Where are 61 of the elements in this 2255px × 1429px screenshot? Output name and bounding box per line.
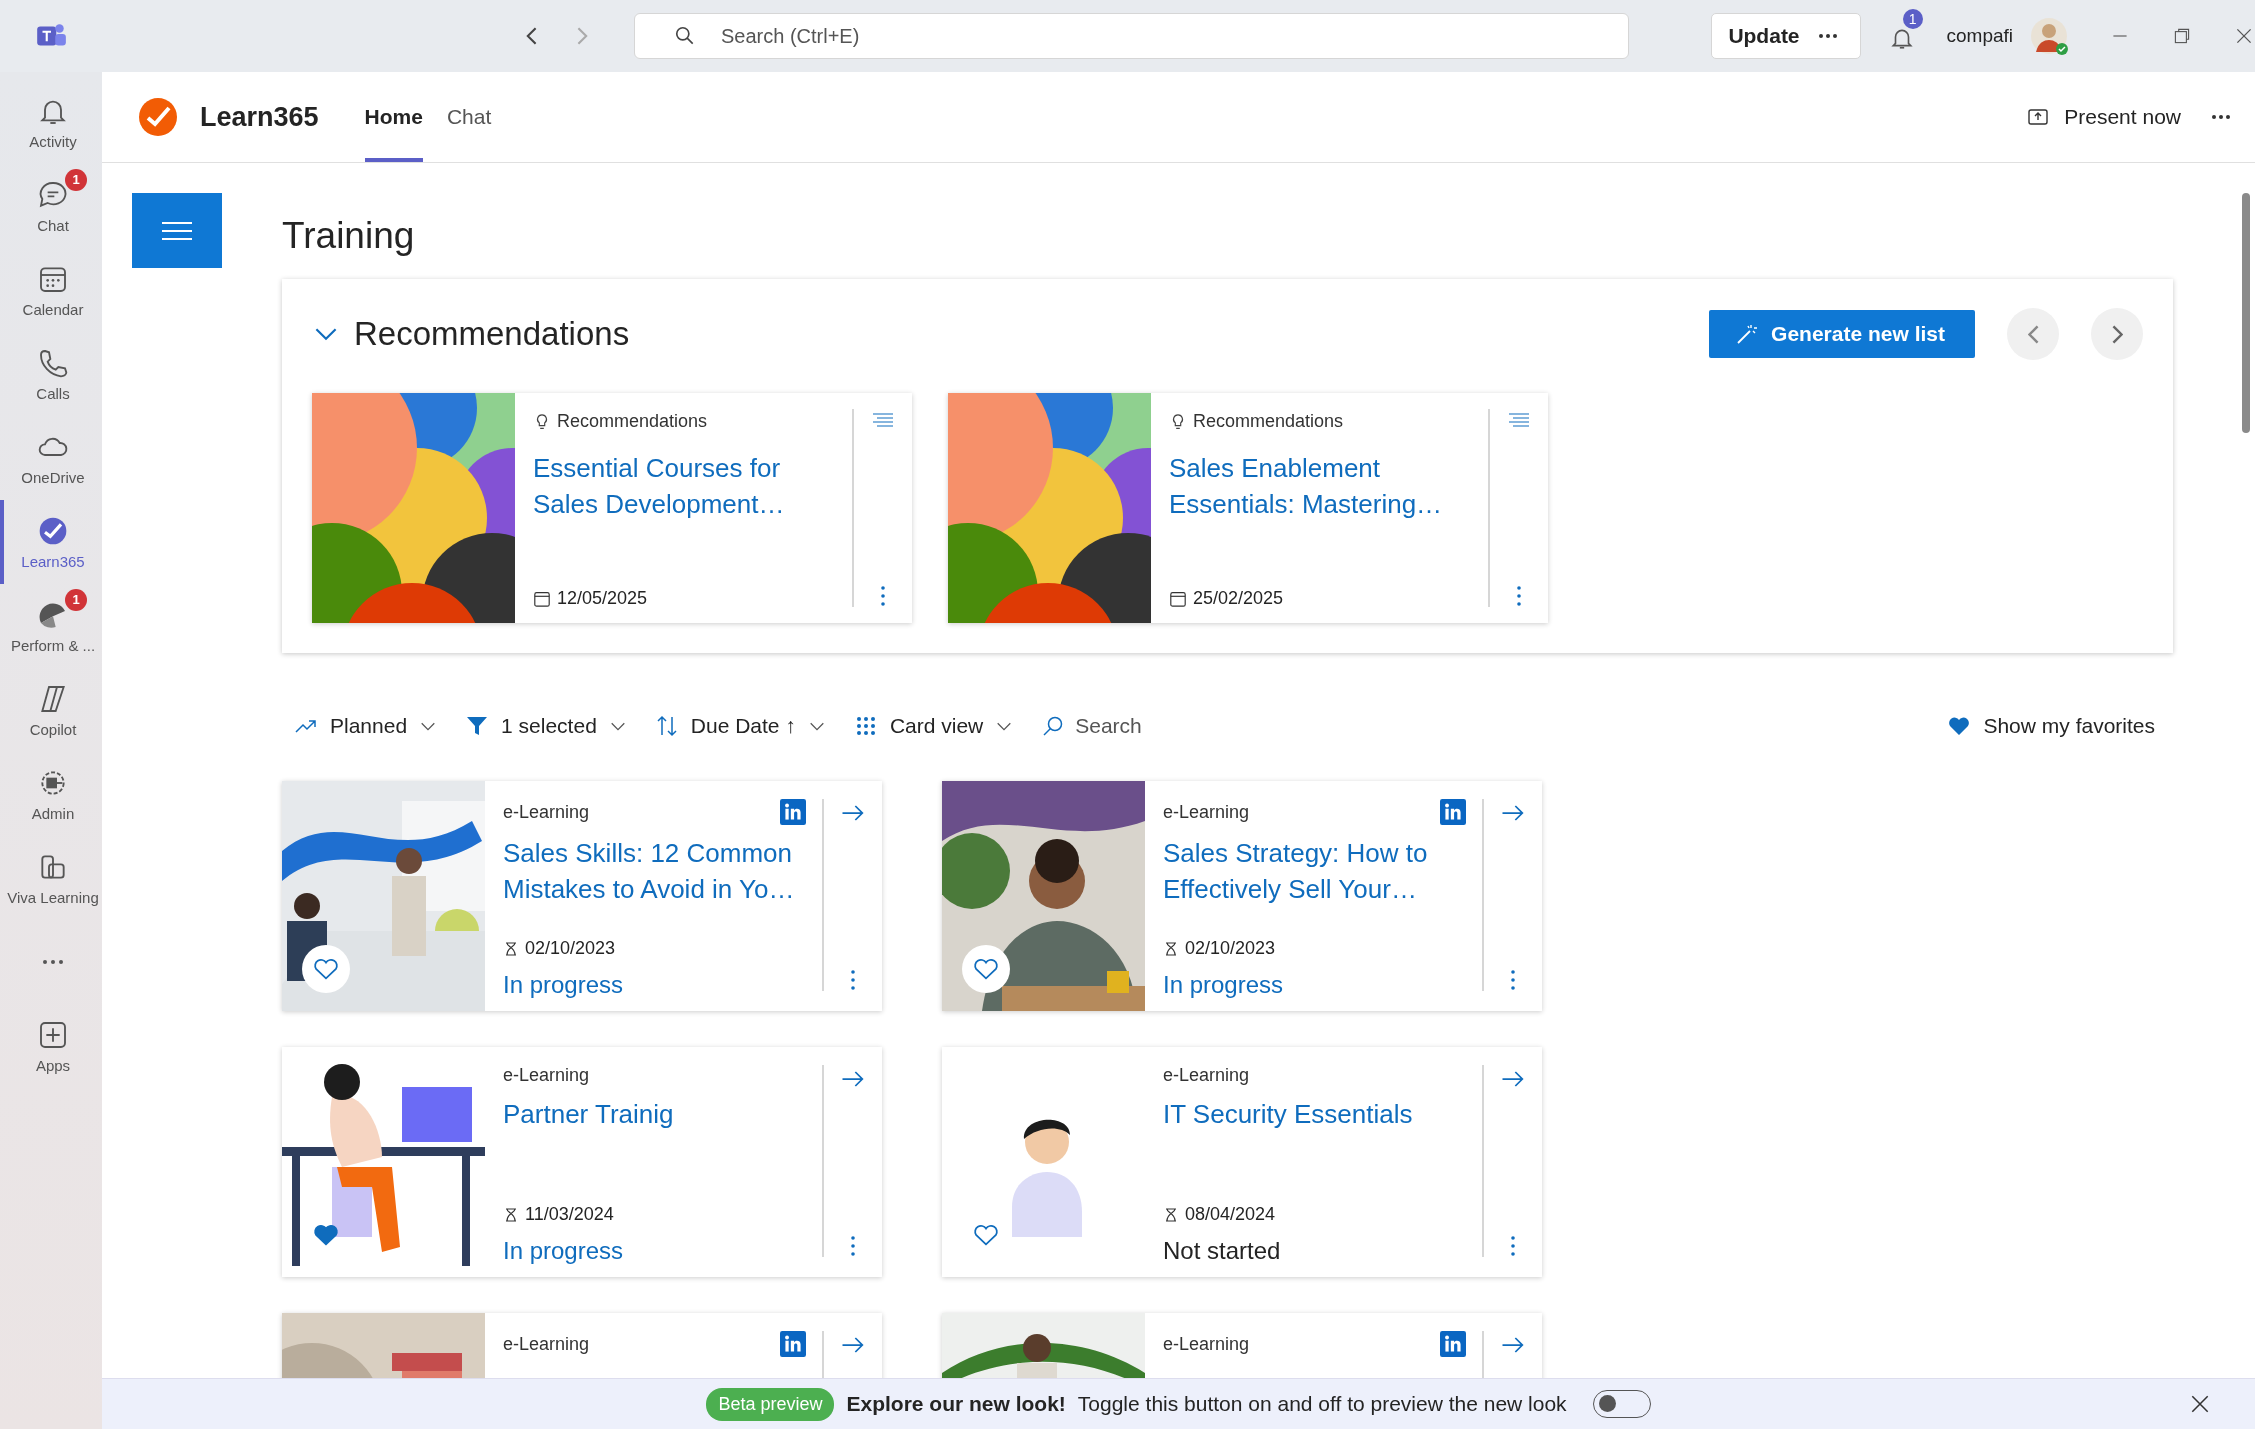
type-label: e-Learning — [1163, 801, 1250, 823]
page-title: Training — [282, 215, 416, 257]
rail-item[interactable]: Activity — [0, 80, 102, 164]
notification-badge: 1 — [1902, 9, 1923, 29]
dropdown-button[interactable]: Due Date ↑ — [654, 714, 826, 738]
category-label: Recommendations — [1169, 411, 1472, 432]
type-label: e-Learning — [503, 1065, 590, 1086]
category-label: Recommendations — [533, 411, 836, 432]
rail-item[interactable]: OneDrive — [0, 416, 102, 500]
course-title[interactable]: Sales Enablement Essentials: Mastering… — [1169, 450, 1472, 588]
due-date: 02/10/2023 — [503, 938, 806, 959]
type-label: e-Learning — [1163, 1065, 1250, 1086]
search-field[interactable]: Search (Ctrl+E) — [634, 13, 1630, 59]
course-title[interactable]: Sales Skills: 12 Common Mistakes to Avoid in Yo… — [503, 835, 806, 907]
banner-text: Toggle this button on and off to preview the new look — [1077, 1392, 1567, 1416]
type-label: e-Learning — [1163, 1333, 1250, 1355]
course-title[interactable]: IT Security Essentials — [1163, 1096, 1466, 1132]
unread-badge: 1 — [65, 168, 87, 191]
rail-item[interactable]: Admin — [0, 752, 102, 836]
status-label: Not started — [1163, 1237, 1282, 1265]
user-name: compafi — [1946, 25, 2014, 47]
rail-item[interactable]: Apps — [0, 1004, 102, 1088]
tab[interactable]: Chat — [446, 72, 492, 162]
tab[interactable]: Home — [364, 72, 423, 162]
present-button[interactable]: Present now — [2020, 104, 2187, 130]
status-label: In progress — [503, 971, 625, 999]
date-label: 12/05/2025 — [533, 588, 836, 609]
beta-badge: Beta preview — [706, 1387, 835, 1421]
rail-item[interactable]: Calls — [0, 332, 102, 416]
banner-headline: Explore our new look! — [846, 1392, 1066, 1416]
rail-item[interactable]: 1 Perform & ... — [0, 584, 102, 668]
dropdown-button[interactable]: Planned — [294, 714, 438, 738]
rail-item[interactable]: Copilot — [0, 668, 102, 752]
rail-item[interactable]: Calendar — [0, 248, 102, 332]
type-label: e-Learning — [503, 801, 590, 823]
rail-item[interactable]: Viva Learning — [0, 836, 102, 920]
dropdown-button[interactable]: 1 selected — [465, 714, 627, 738]
generate-button[interactable]: Generate new list — [1709, 310, 1975, 358]
course-title[interactable]: Sales Strategy: How to Effectively Sell Your… — [1163, 835, 1466, 907]
status-label: In progress — [503, 1237, 625, 1265]
rail-item[interactable]: 1 Chat — [0, 164, 102, 248]
section-title: Recommendations — [354, 315, 630, 353]
update-button[interactable]: Update — [1711, 13, 1861, 59]
recommendation-card[interactable]: Recommendations Essential Courses for Sales Development… 12/05/2025 — [312, 393, 912, 623]
course-card[interactable]: e-Learning Sales Skills: 12 Common Mistakes to Avoid in Yo… 02/10/2023 In progress — [282, 781, 882, 1011]
course-title[interactable]: Essential Courses for Sales Development… — [533, 450, 836, 588]
favorites-button[interactable]: Show my favorites — [1941, 713, 2161, 739]
date-label: 25/02/2025 — [1169, 588, 1472, 609]
course-card[interactable]: e-Learning IT Security Essentials 08/04/2024 Not started — [942, 1047, 1542, 1277]
due-date: 02/10/2023 — [1163, 938, 1466, 959]
type-label: e-Learning — [503, 1333, 590, 1355]
due-date: 11/03/2024 — [503, 1204, 806, 1225]
status-label: In progress — [1163, 971, 1285, 999]
course-card[interactable]: e-Learning Sales Strategy: How to Effectively Sell Your… 02/10/2023 In progress — [942, 781, 1542, 1011]
app-name: Learn365 — [200, 101, 319, 133]
due-date: 08/04/2024 — [1163, 1204, 1466, 1225]
recommendation-card[interactable]: Recommendations Sales Enablement Essentials: Mastering… 25/02/2025 — [948, 393, 1548, 623]
dropdown-button[interactable]: Card view — [853, 714, 1014, 738]
course-card[interactable]: e-Learning Partner Trainig 11/03/2024 In progress — [282, 1047, 882, 1277]
course-title[interactable]: Partner Trainig — [503, 1096, 806, 1132]
unread-badge: 1 — [65, 588, 87, 611]
